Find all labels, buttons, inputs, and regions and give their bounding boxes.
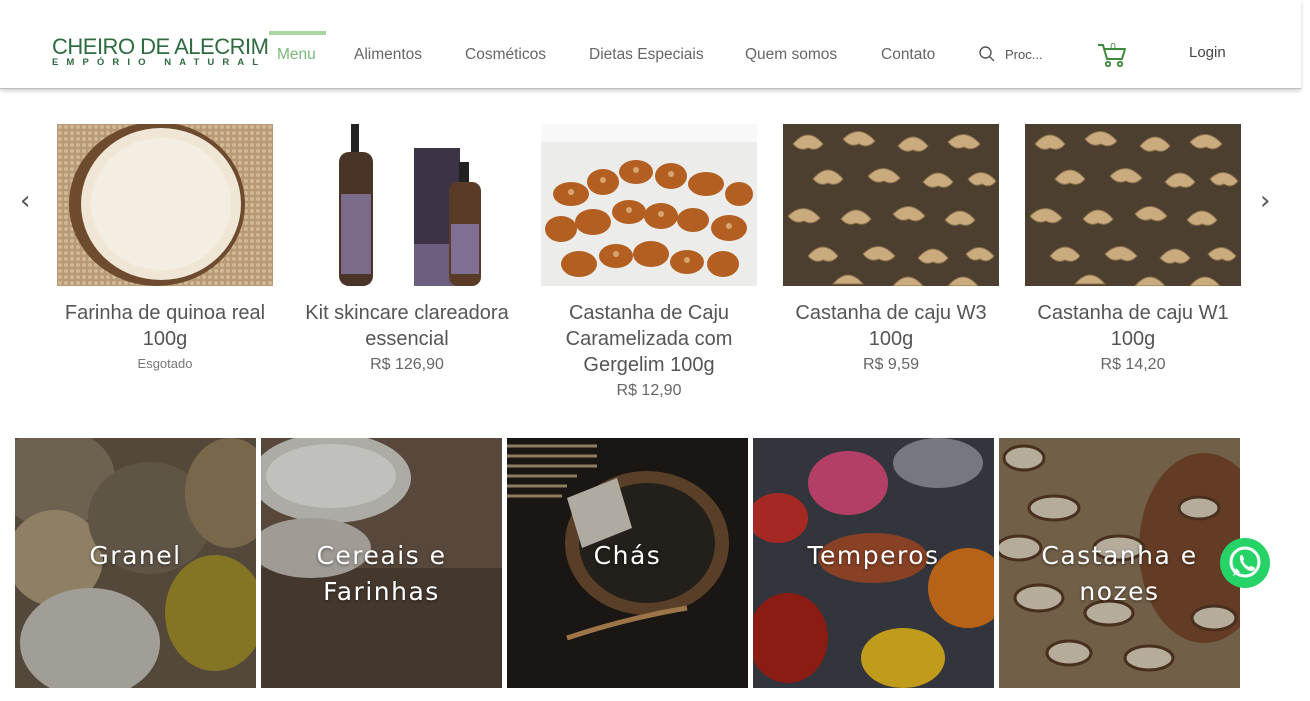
category-label: Temperos	[807, 541, 940, 570]
nav-item-dietas-especiais[interactable]: Dietas Especiais	[589, 46, 704, 64]
nav-active-indicator	[269, 31, 326, 35]
product-price: R$ 126,90	[370, 356, 444, 373]
category-tile-cereais-farinhas[interactable]: Cereais e Farinhas	[261, 438, 502, 688]
slider-next-button[interactable]: ›	[1260, 188, 1270, 214]
nav-item-alimentos[interactable]: Alimentos	[354, 46, 422, 64]
category-label: Castanha e nozes	[1041, 541, 1198, 606]
login-link[interactable]: Login	[1189, 44, 1226, 61]
product-image-quinoa-flour[interactable]	[57, 124, 273, 286]
category-label: Cereais e Farinhas	[316, 541, 447, 606]
category-label: Granel	[89, 541, 182, 570]
site-header: CHEIRO DE ALECRIM EMPÓRIO NATURAL Menu A…	[0, 0, 1301, 89]
brand-logo[interactable]: CHEIRO DE ALECRIM EMPÓRIO NATURAL	[52, 34, 269, 68]
product-image-cashew-w1[interactable]	[1025, 124, 1241, 286]
category-tile-granel[interactable]: Granel	[15, 438, 256, 688]
search-icon	[979, 46, 995, 62]
cart-count: 0	[1110, 42, 1116, 53]
product-card[interactable]: Castanha de caju W3 100g R$ 9,59	[783, 124, 999, 374]
category-tile-temperos[interactable]: Temperos	[753, 438, 994, 688]
product-name[interactable]: Castanha de caju W1 100g	[1025, 300, 1241, 352]
slider-prev-button[interactable]: ‹	[20, 188, 30, 214]
product-name[interactable]: Castanha de caju W3 100g	[783, 300, 999, 352]
product-image-caramelized-cashew[interactable]	[541, 124, 757, 286]
product-card[interactable]: Farinha de quinoa real 100g Esgotado	[57, 124, 273, 371]
product-card[interactable]: Castanha de Caju Caramelizada com Gergel…	[541, 124, 757, 400]
product-card[interactable]: Kit skincare clareadora essencial R$ 126…	[299, 124, 515, 374]
product-card[interactable]: Castanha de caju W1 100g R$ 14,20	[1025, 124, 1241, 374]
category-tile-chas[interactable]: Chás	[507, 438, 748, 688]
product-image-cashew-w3[interactable]	[783, 124, 999, 286]
whatsapp-icon[interactable]	[1219, 537, 1271, 589]
brand-tagline: EMPÓRIO NATURAL	[52, 57, 267, 68]
product-name[interactable]: Kit skincare clareadora essencial	[299, 300, 515, 352]
product-price: R$ 9,59	[862, 356, 920, 373]
product-image-skincare-kit[interactable]	[299, 124, 515, 286]
search-box[interactable]	[978, 45, 1069, 65]
product-name[interactable]: Castanha de Caju Caramelizada com Gergel…	[541, 300, 757, 378]
brand-name: CHEIRO DE ALECRIM	[52, 34, 269, 59]
nav-item-cosmeticos[interactable]: Cosméticos	[465, 46, 546, 64]
product-status: Esgotado	[137, 356, 193, 371]
category-tile-castanha-nozes[interactable]: Castanha e nozes	[999, 438, 1240, 688]
product-price: R$ 12,90	[616, 382, 682, 399]
nav-item-contato[interactable]: Contato	[881, 46, 935, 64]
search-input[interactable]	[1005, 45, 1069, 63]
nav-item-menu[interactable]: Menu	[277, 46, 316, 64]
category-label: Chás	[593, 541, 662, 570]
nav-item-quem-somos[interactable]: Quem somos	[745, 46, 837, 64]
product-price: R$ 14,20	[1100, 356, 1166, 373]
product-name[interactable]: Farinha de quinoa real 100g	[57, 300, 273, 352]
